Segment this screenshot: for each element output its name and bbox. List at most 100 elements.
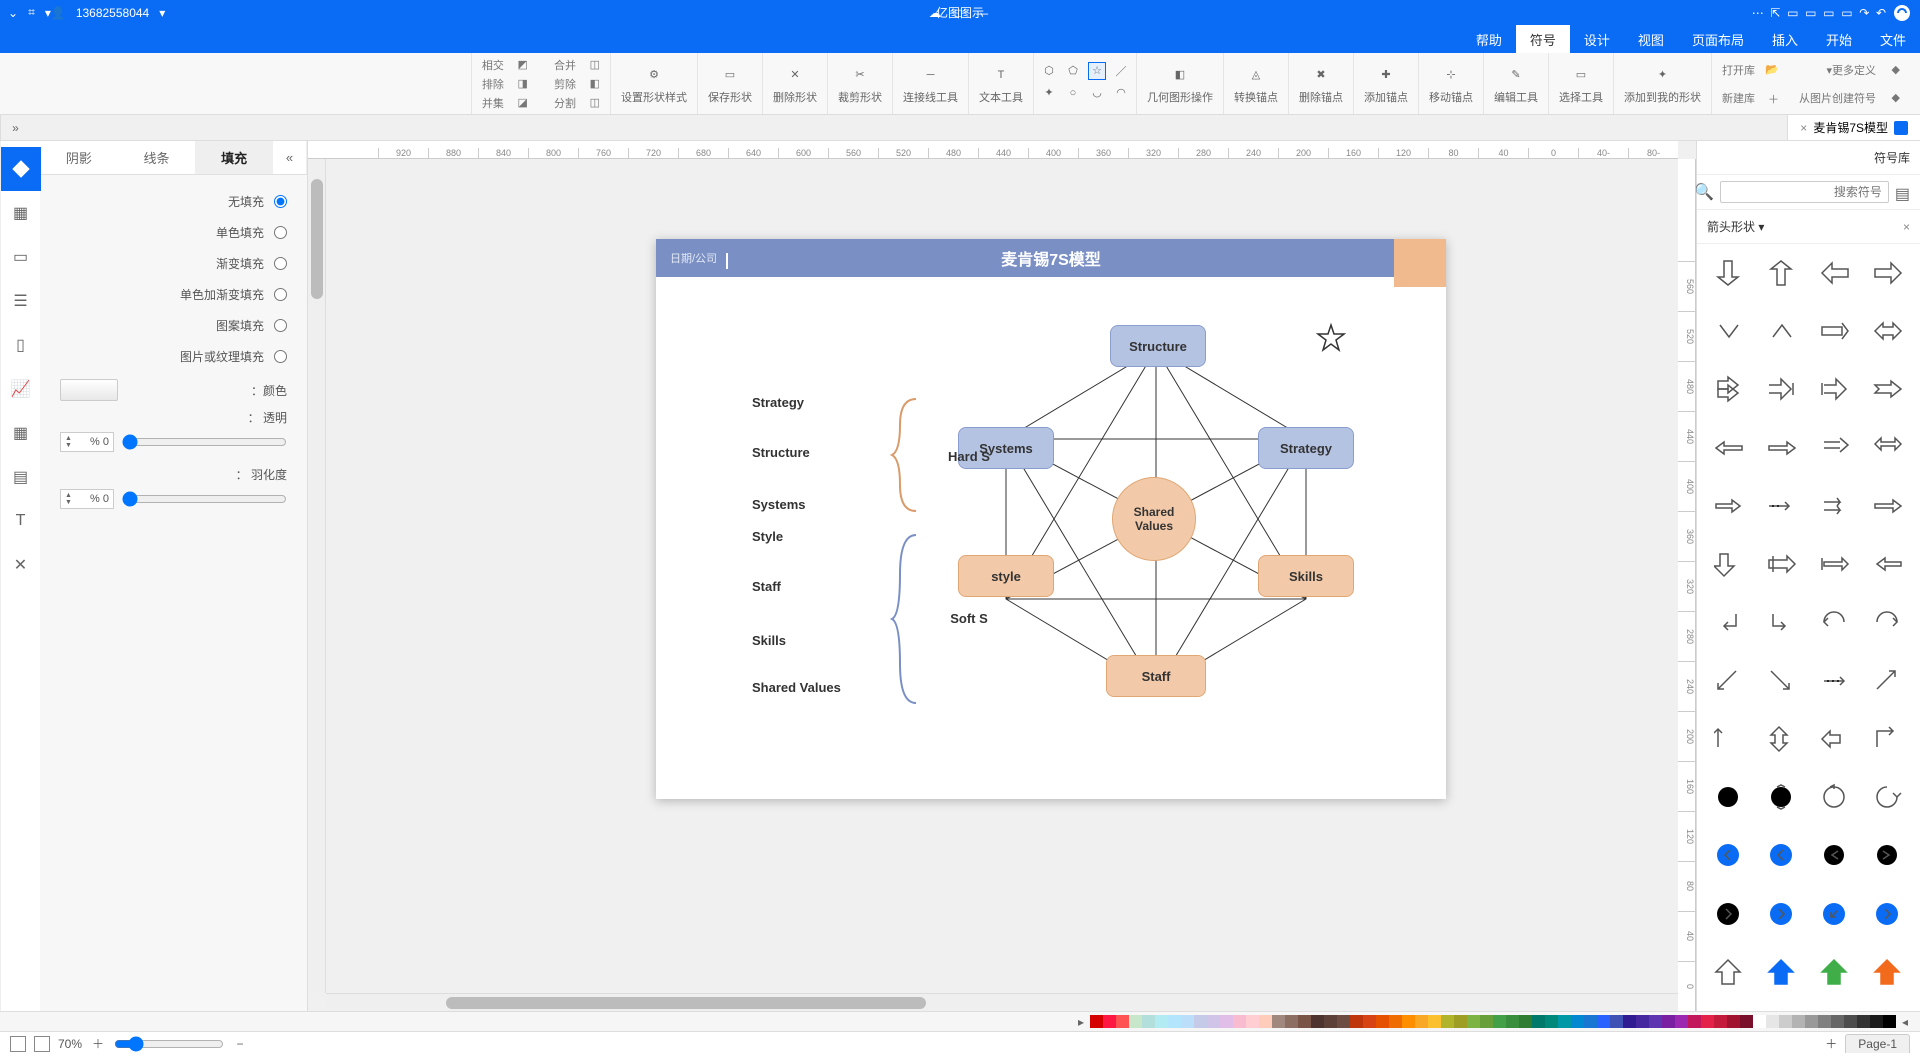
color-cell[interactable]	[1571, 1015, 1584, 1028]
tab-start[interactable]: 开始	[1812, 25, 1866, 53]
arrow-shape[interactable]	[1865, 252, 1912, 294]
color-cell[interactable]	[1493, 1015, 1506, 1028]
prop-icon-random[interactable]: ✕	[1, 543, 41, 587]
color-cell[interactable]	[1597, 1015, 1610, 1028]
opacity-value[interactable]: 0 %▲▼	[60, 432, 114, 452]
color-cell[interactable]	[1246, 1015, 1259, 1028]
arrow-shape[interactable]	[1758, 951, 1805, 993]
fill-option[interactable]: 图片或纹理填充	[60, 348, 287, 365]
node-hard-s[interactable]: Hard S	[926, 435, 1012, 477]
opacity-slider[interactable]	[122, 434, 287, 450]
page-tab[interactable]: Page-1	[1845, 1034, 1910, 1053]
arrow-shape[interactable]	[1865, 951, 1912, 993]
arrow-shape[interactable]	[1865, 543, 1912, 585]
rg-geom-ops[interactable]: ◧几何图形操作	[1136, 53, 1223, 114]
arrow-shape[interactable]	[1812, 543, 1859, 585]
arrow-shape[interactable]	[1758, 543, 1805, 585]
op-intersect[interactable]: 相交	[482, 57, 504, 73]
rg-save-shape[interactable]: ▭保存形状	[697, 53, 762, 114]
tab-help[interactable]: 帮助	[1462, 25, 1516, 53]
arrow-shape[interactable]	[1865, 893, 1912, 935]
saveas-icon[interactable]: ▭	[1823, 6, 1834, 20]
arrow-shape[interactable]	[1758, 834, 1805, 876]
arrow-shape[interactable]	[1865, 718, 1912, 760]
color-cell[interactable]	[1610, 1015, 1623, 1028]
color-cell[interactable]	[1675, 1015, 1688, 1028]
color-cell[interactable]	[1415, 1015, 1428, 1028]
arrow-shape[interactable]	[1758, 252, 1805, 294]
color-cell[interactable]	[1207, 1015, 1220, 1028]
colorbar-next[interactable]: ▸	[1072, 1015, 1090, 1029]
colorbar-prev[interactable]: ◂	[1896, 1015, 1914, 1029]
blur-value[interactable]: 0 %▲▼	[60, 489, 114, 509]
color-cell[interactable]	[1467, 1015, 1480, 1028]
color-cell[interactable]	[1116, 1015, 1129, 1028]
prop-tab-shadow[interactable]: 阴影	[40, 141, 118, 174]
arrow-shape[interactable]	[1758, 660, 1805, 702]
arrow-shape[interactable]	[1812, 834, 1859, 876]
op-subtract[interactable]: 剪除	[554, 76, 576, 92]
color-cell[interactable]	[1454, 1015, 1467, 1028]
zoom-in[interactable]: ＋	[90, 1035, 106, 1052]
node-soft-s[interactable]: Soft S	[926, 597, 1012, 639]
arrow-shape[interactable]	[1865, 660, 1912, 702]
arrow-shape[interactable]	[1705, 893, 1752, 935]
arrow-shape[interactable]	[1812, 252, 1859, 294]
color-cell[interactable]	[1103, 1015, 1116, 1028]
arrow-shape[interactable]	[1812, 951, 1859, 993]
fill-option[interactable]: 渐变填充	[60, 255, 287, 272]
arrow-shape[interactable]	[1812, 368, 1859, 410]
prop-icon-chart[interactable]: 📈	[1, 367, 41, 411]
arrow-shape[interactable]	[1865, 368, 1912, 410]
prop-icon-page[interactable]: ▯	[1, 323, 41, 367]
color-cell[interactable]	[1090, 1015, 1103, 1028]
arrow-shape[interactable]	[1705, 485, 1752, 527]
shape-circle[interactable]: ○	[1064, 84, 1082, 102]
rg-connector-tool[interactable]: ─连接线工具	[892, 53, 968, 114]
diagram-page[interactable]: 麦肯锡7S模型 日期/公司	[656, 239, 1446, 799]
redo-icon[interactable]: ↷	[1859, 6, 1869, 20]
color-cell[interactable]	[1376, 1015, 1389, 1028]
op-split[interactable]: 分割	[554, 95, 576, 111]
fill-option[interactable]: 图案填充	[60, 317, 287, 334]
color-cell[interactable]	[1272, 1015, 1285, 1028]
btn-new-lib[interactable]: ＋新建库	[1722, 90, 1779, 106]
arrow-shape[interactable]	[1865, 776, 1912, 818]
blur-slider[interactable]	[122, 491, 287, 507]
vertical-scrollbar[interactable]	[308, 159, 326, 993]
arrow-shape[interactable]	[1812, 893, 1859, 935]
color-cell[interactable]	[1350, 1015, 1363, 1028]
prop-icon-layers[interactable]: ☰	[1, 279, 41, 323]
prop-tab-fill[interactable]: 填充	[195, 141, 273, 174]
color-cell[interactable]	[1688, 1015, 1701, 1028]
panel-collapse[interactable]: »	[273, 141, 307, 174]
more-icon[interactable]: ⋯	[1752, 6, 1764, 20]
arrow-shape[interactable]	[1865, 834, 1912, 876]
color-cell[interactable]	[1818, 1015, 1831, 1028]
color-cell[interactable]	[1298, 1015, 1311, 1028]
chevron-down-icon[interactable]: ⌄	[8, 6, 18, 20]
color-cell[interactable]	[1870, 1015, 1883, 1028]
color-cell[interactable]	[1285, 1015, 1298, 1028]
horizontal-scrollbar[interactable]	[326, 993, 1678, 1011]
arrow-shape[interactable]	[1758, 368, 1805, 410]
arrow-shape[interactable]	[1758, 427, 1805, 469]
section-close-icon[interactable]: ×	[1903, 220, 1910, 234]
arrow-shape[interactable]	[1705, 310, 1752, 352]
rg-select-tool[interactable]: ▭选择工具	[1548, 53, 1613, 114]
color-cell[interactable]	[1636, 1015, 1649, 1028]
color-cell[interactable]	[1480, 1015, 1493, 1028]
arrow-shape[interactable]	[1705, 718, 1752, 760]
color-cell[interactable]	[1714, 1015, 1727, 1028]
arrow-shape[interactable]	[1705, 660, 1752, 702]
rg-move-anchor[interactable]: ⊹移动锚点	[1418, 53, 1483, 114]
rg-crop-shape[interactable]: ✂裁剪形状	[827, 53, 892, 114]
document-tab[interactable]: 麦肯锡7S模型 ×	[1787, 115, 1920, 140]
fit-page-icon[interactable]	[34, 1036, 50, 1052]
arrow-shape[interactable]	[1758, 310, 1805, 352]
color-cell[interactable]	[1545, 1015, 1558, 1028]
rg-shape-style[interactable]: ⚙设置形状样式	[610, 53, 697, 114]
save-icon[interactable]: ▭	[1841, 6, 1852, 20]
shape-star[interactable]: ☆	[1088, 62, 1106, 80]
arrow-shape[interactable]	[1758, 485, 1805, 527]
